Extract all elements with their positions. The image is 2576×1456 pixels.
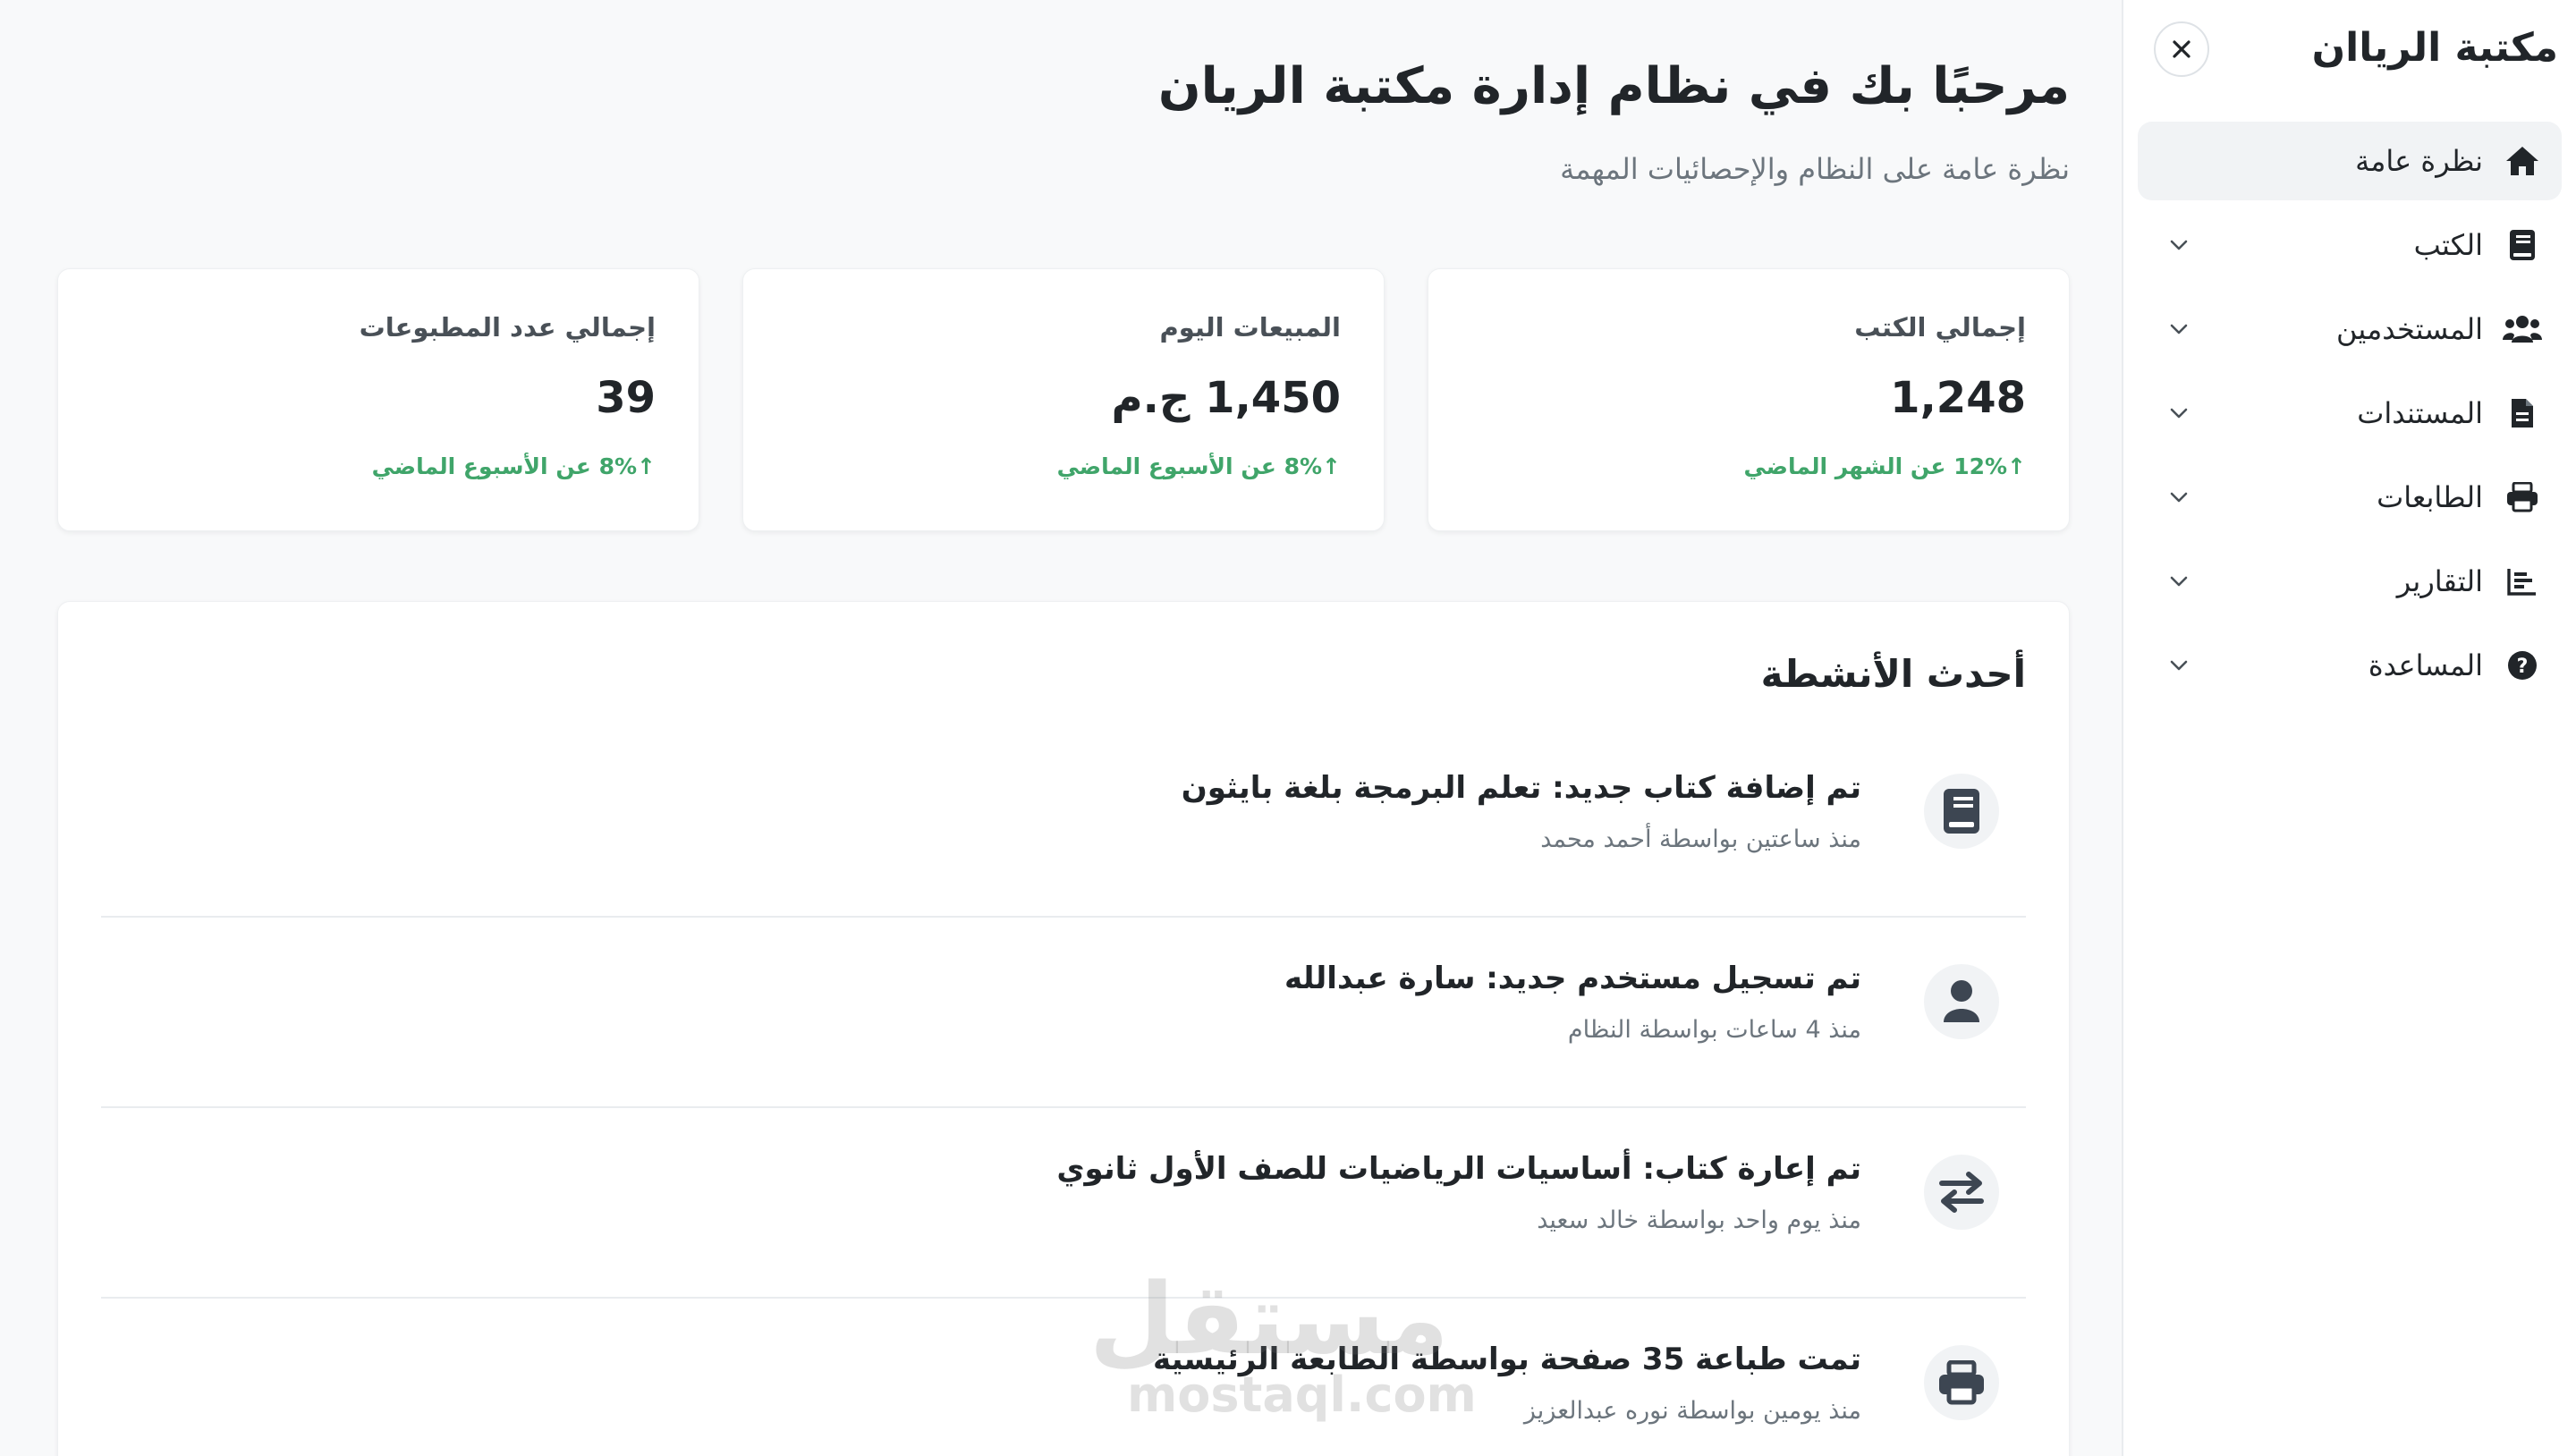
book-icon — [2503, 225, 2542, 265]
stat-card-sales-today: المبيعات اليوم 1,450 ج.م ↑8% عن الأسبوع … — [742, 268, 1385, 531]
activity-title-text: تم إعارة كتاب: أساسيات الرياضيات للصف ال… — [1056, 1151, 1861, 1187]
document-icon — [2503, 394, 2542, 433]
stat-label: إجمالي الكتب — [1854, 312, 2026, 343]
activity-item[interactable]: تم إعارة كتاب: أساسيات الرياضيات للصف ال… — [101, 1108, 2026, 1299]
stat-label: إجمالي عدد المطبوعات — [359, 312, 656, 343]
activity-meta: منذ ساعتين بواسطة أحمد محمد — [1540, 825, 1861, 853]
sidebar-item-label: المستندات — [2357, 396, 2483, 430]
close-sidebar-button[interactable] — [2154, 21, 2209, 77]
chevron-down-icon[interactable] — [2165, 315, 2193, 343]
sidebar-title: مكتبة الرياان — [2311, 25, 2558, 71]
sidebar-item-label: نظرة عامة — [2355, 144, 2483, 178]
stat-value: 1,450 ج.م — [1111, 373, 1341, 423]
activity-title: أحدث الأنشطة — [1760, 652, 2026, 696]
stat-trend: ↑8% عن الأسبوع الماضي — [1056, 453, 1341, 479]
activity-list: تم إضافة كتاب جديد: تعلم البرمجة بلغة با… — [101, 727, 2026, 1456]
sidebar-item-documents[interactable]: المستندات — [2138, 374, 2562, 453]
stat-trend: ↑12% عن الشهر الماضي — [1743, 453, 2027, 479]
sidebar-item-label: المساعدة — [2368, 648, 2483, 682]
main-content: مرحبًا بك في نظام إدارة مكتبة الريان نظر… — [0, 0, 2120, 1456]
stats-row: إجمالي الكتب 1,248 ↑12% عن الشهر الماضي … — [57, 268, 2070, 531]
activity-item[interactable]: تم تسجيل مستخدم جديد: سارة عبدالله منذ 4… — [101, 918, 2026, 1108]
sidebar-item-help[interactable]: ? المساعدة — [2138, 626, 2562, 705]
activity-text: تم إضافة كتاب جديد: تعلم البرمجة بلغة با… — [1182, 770, 1861, 853]
activity-meta: منذ 4 ساعات بواسطة النظام — [1567, 1016, 1861, 1044]
stat-trend: ↑8% عن الأسبوع الماضي — [371, 453, 656, 479]
chevron-down-icon[interactable] — [2165, 399, 2193, 427]
sidebar: مكتبة الرياان نظرة عامة الكتب المستخدمين… — [2122, 0, 2576, 1456]
activity-item[interactable]: تمت طباعة 35 صفحة بواسطة الطابعة الرئيسي… — [101, 1299, 2026, 1456]
activity-item[interactable]: تم إضافة كتاب جديد: تعلم البرمجة بلغة با… — [101, 727, 2026, 918]
activity-title-text: تم تسجيل مستخدم جديد: سارة عبدالله — [1284, 961, 1861, 996]
sidebar-item-label: الكتب — [2413, 228, 2483, 262]
activity-meta: منذ يوم واحد بواسطة خالد سعيد — [1537, 1206, 1861, 1234]
user-icon — [1924, 964, 1999, 1039]
sidebar-item-label: الطابعات — [2377, 480, 2483, 514]
sidebar-item-printers[interactable]: الطابعات — [2138, 458, 2562, 537]
printer-icon — [2503, 478, 2542, 517]
page-subtitle: نظرة عامة على النظام والإحصائيات المهمة — [1560, 152, 2070, 186]
chevron-down-icon[interactable] — [2165, 231, 2193, 259]
page-title: مرحبًا بك في نظام إدارة مكتبة الريان — [1157, 57, 2070, 115]
sidebar-item-overview[interactable]: نظرة عامة — [2138, 122, 2562, 200]
chevron-down-icon[interactable] — [2165, 567, 2193, 596]
activity-meta: منذ يومين بواسطة نوره عبدالعزيز — [1523, 1397, 1861, 1425]
stat-card-total-prints: إجمالي عدد المطبوعات 39 ↑8% عن الأسبوع ا… — [57, 268, 699, 531]
printer-icon — [1924, 1345, 1999, 1420]
chevron-down-icon[interactable] — [2165, 483, 2193, 512]
chart-icon — [2503, 562, 2542, 601]
home-icon — [2503, 141, 2542, 181]
close-icon — [2173, 40, 2190, 58]
sidebar-item-books[interactable]: الكتب — [2138, 206, 2562, 284]
stat-value: 1,248 — [1890, 373, 2026, 423]
activity-text: تم تسجيل مستخدم جديد: سارة عبدالله منذ 4… — [1284, 961, 1861, 1044]
activity-title-text: تمت طباعة 35 صفحة بواسطة الطابعة الرئيسي… — [1153, 1342, 1861, 1377]
help-icon: ? — [2503, 646, 2542, 685]
book-icon — [1924, 774, 1999, 849]
stat-card-total-books: إجمالي الكتب 1,248 ↑12% عن الشهر الماضي — [1428, 268, 2070, 531]
svg-text:?: ? — [2517, 656, 2529, 678]
sidebar-item-users[interactable]: المستخدمين — [2138, 290, 2562, 368]
chevron-down-icon[interactable] — [2165, 651, 2193, 680]
sidebar-item-label: التقارير — [2396, 564, 2483, 598]
sidebar-header: مكتبة الرياان — [2123, 0, 2576, 98]
app-root: مكتبة الرياان نظرة عامة الكتب المستخدمين… — [0, 0, 2576, 1456]
users-icon — [2503, 309, 2542, 349]
sidebar-nav: نظرة عامة الكتب المستخدمين المستندات الط… — [2138, 122, 2562, 710]
activity-title-text: تم إضافة كتاب جديد: تعلم البرمجة بلغة با… — [1181, 770, 1861, 806]
stat-label: المبيعات اليوم — [1159, 312, 1341, 343]
activity-text: تمت طباعة 35 صفحة بواسطة الطابعة الرئيسي… — [1153, 1342, 1861, 1425]
sidebar-item-reports[interactable]: التقارير — [2138, 542, 2562, 621]
exchange-icon — [1924, 1155, 1999, 1230]
recent-activity-panel: أحدث الأنشطة تم إضافة كتاب جديد: تعلم ال… — [57, 601, 2070, 1456]
stat-value: 39 — [596, 373, 656, 423]
activity-text: تم إعارة كتاب: أساسيات الرياضيات للصف ال… — [1056, 1151, 1861, 1234]
sidebar-item-label: المستخدمين — [2336, 312, 2483, 346]
